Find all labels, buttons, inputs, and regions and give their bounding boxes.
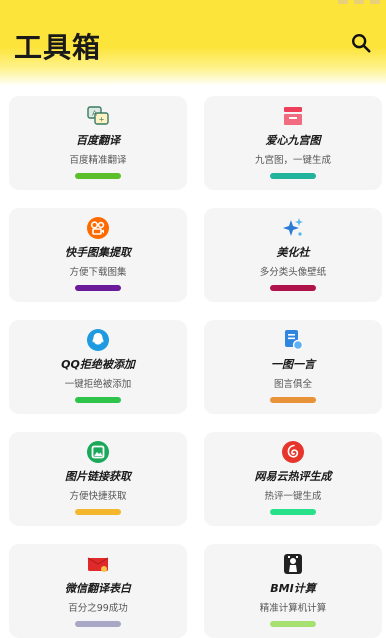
tool-accent-bar	[75, 173, 121, 179]
tool-desc: 图言俱全	[273, 379, 312, 390]
tool-desc: 方便快捷获取	[69, 491, 127, 502]
tool-desc: 精准计算机计算	[259, 603, 327, 614]
tool-desc: 一键拒绝被添加	[64, 379, 132, 390]
tool-desc: 百度精准翻译	[69, 155, 127, 166]
tool-card-wechat-confession[interactable]: 微信翻译表白 百分之99成功	[9, 544, 187, 638]
tool-accent-bar	[270, 397, 316, 403]
tool-name: 爱心九宫图	[265, 134, 321, 147]
tool-card-nine-grid[interactable]: 爱心九宫图 九宫图，一键生成	[204, 96, 382, 190]
tool-name: 快手图集提取	[65, 246, 131, 259]
red-envelope-icon	[87, 557, 109, 572]
translate-icon: A +	[87, 106, 109, 125]
tool-name: 网易云热评生成	[254, 470, 332, 483]
tool-card-image-link[interactable]: 图片链接获取 方便快捷获取	[9, 432, 187, 526]
status-bar	[290, 0, 380, 6]
tool-card-kuaishou[interactable]: 快手图集提取 方便下载图集	[9, 208, 187, 302]
tool-accent-bar	[75, 397, 121, 403]
tool-name: BMI计算	[270, 582, 316, 595]
tool-name: QQ拒绝被添加	[61, 358, 135, 371]
tool-desc: 百分之99成功	[68, 603, 128, 614]
tool-accent-bar	[270, 173, 316, 179]
search-icon[interactable]	[350, 32, 372, 54]
kuaishou-icon	[87, 217, 109, 239]
tool-desc: 热评一键生成	[264, 491, 322, 502]
tool-name: 微信翻译表白	[65, 582, 131, 595]
nine-grid-icon	[284, 107, 302, 125]
tool-accent-bar	[270, 509, 316, 515]
tool-desc: 多分类头像壁纸	[259, 267, 327, 278]
tool-accent-bar	[75, 509, 121, 515]
tool-card-baidu-translate[interactable]: A + 百度翻译 百度精准翻译	[9, 96, 187, 190]
tool-accent-bar	[75, 621, 121, 627]
sparkle-icon	[283, 218, 303, 236]
tool-accent-bar	[270, 285, 316, 291]
netease-music-icon	[282, 441, 304, 463]
tool-card-netease-comment[interactable]: 网易云热评生成 热评一键生成	[204, 432, 382, 526]
tool-card-bmi[interactable]: BMI计算 精准计算机计算	[204, 544, 382, 638]
tool-name: 美化社	[276, 246, 310, 259]
tool-card-meihua[interactable]: 美化社 多分类头像壁纸	[204, 208, 382, 302]
tool-accent-bar	[270, 621, 316, 627]
tool-card-qq-reject[interactable]: QQ拒绝被添加 一键拒绝被添加	[9, 320, 187, 414]
page-title: 工具箱	[14, 31, 102, 64]
tool-card-one-image-quote[interactable]: 一图一言 图言俱全	[204, 320, 382, 414]
qq-icon	[87, 329, 109, 351]
image-link-icon	[87, 441, 109, 463]
tool-name: 图片链接获取	[65, 470, 131, 483]
svg-text:+: +	[99, 116, 105, 124]
svg-text:A: A	[92, 110, 97, 118]
tool-name: 百度翻译	[76, 134, 120, 147]
tool-desc: 九宫图，一键生成	[254, 155, 331, 166]
tool-accent-bar	[75, 285, 121, 291]
image-quote-icon	[285, 330, 304, 351]
app-header: 工具箱	[0, 0, 386, 86]
tool-desc: 方便下载图集	[69, 267, 127, 278]
bmi-scale-icon	[284, 554, 302, 574]
tool-name: 一图一言	[271, 358, 315, 371]
